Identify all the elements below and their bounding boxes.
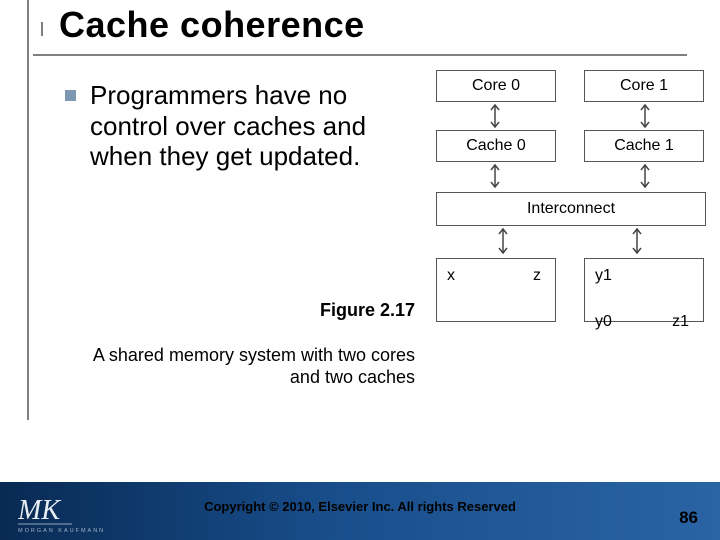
figure-caption: A shared memory system with two cores an… — [60, 345, 415, 388]
arrow-row-caches — [436, 162, 704, 190]
interconnect-box: Interconnect — [436, 192, 706, 226]
memory-row: x z y1 y0 z1 — [436, 258, 704, 322]
mem-var: y1 — [595, 267, 612, 285]
bullet-square-icon — [65, 90, 76, 101]
architecture-diagram: Core 0 Core 1 Cache 0 Cache 1 Interconne… — [436, 70, 704, 322]
page-title: Cache coherence — [33, 4, 687, 46]
mem-var: x — [447, 267, 455, 285]
double-arrow-icon — [630, 226, 644, 256]
vertical-rule — [27, 0, 29, 420]
double-arrow-icon — [496, 226, 510, 256]
mem-var: y0 — [595, 313, 612, 331]
core-box-0: Core 0 — [436, 70, 556, 102]
double-arrow-icon — [488, 102, 502, 130]
double-arrow-icon — [638, 102, 652, 130]
core-box-1: Core 1 — [584, 70, 704, 102]
mem-var: z — [533, 267, 541, 285]
cache-row: Cache 0 Cache 1 — [436, 130, 704, 162]
title-tick-icon — [41, 22, 53, 36]
figure-label: Figure 2.17 — [60, 300, 415, 321]
memory-box-left: x z — [436, 258, 556, 322]
double-arrow-icon — [488, 162, 502, 190]
bullet-item: Programmers have no control over caches … — [65, 80, 415, 172]
title-row: Cache coherence — [33, 4, 687, 56]
publisher-name: MORGAN KAUFMANN — [18, 528, 105, 534]
core-row: Core 0 Core 1 — [436, 70, 704, 102]
memory-box-right: y1 y0 z1 — [584, 258, 704, 322]
copyright-text: Copyright © 2010, Elsevier Inc. All righ… — [0, 499, 720, 514]
cache-box-0: Cache 0 — [436, 130, 556, 162]
arrow-row-mem — [436, 226, 704, 256]
cache-box-1: Cache 1 — [584, 130, 704, 162]
double-arrow-icon — [638, 162, 652, 190]
slide: Cache coherence Programmers have no cont… — [0, 0, 720, 540]
mem-var: z1 — [672, 313, 689, 331]
bullet-text: Programmers have no control over caches … — [90, 80, 415, 172]
arrow-row-cores — [436, 102, 704, 130]
